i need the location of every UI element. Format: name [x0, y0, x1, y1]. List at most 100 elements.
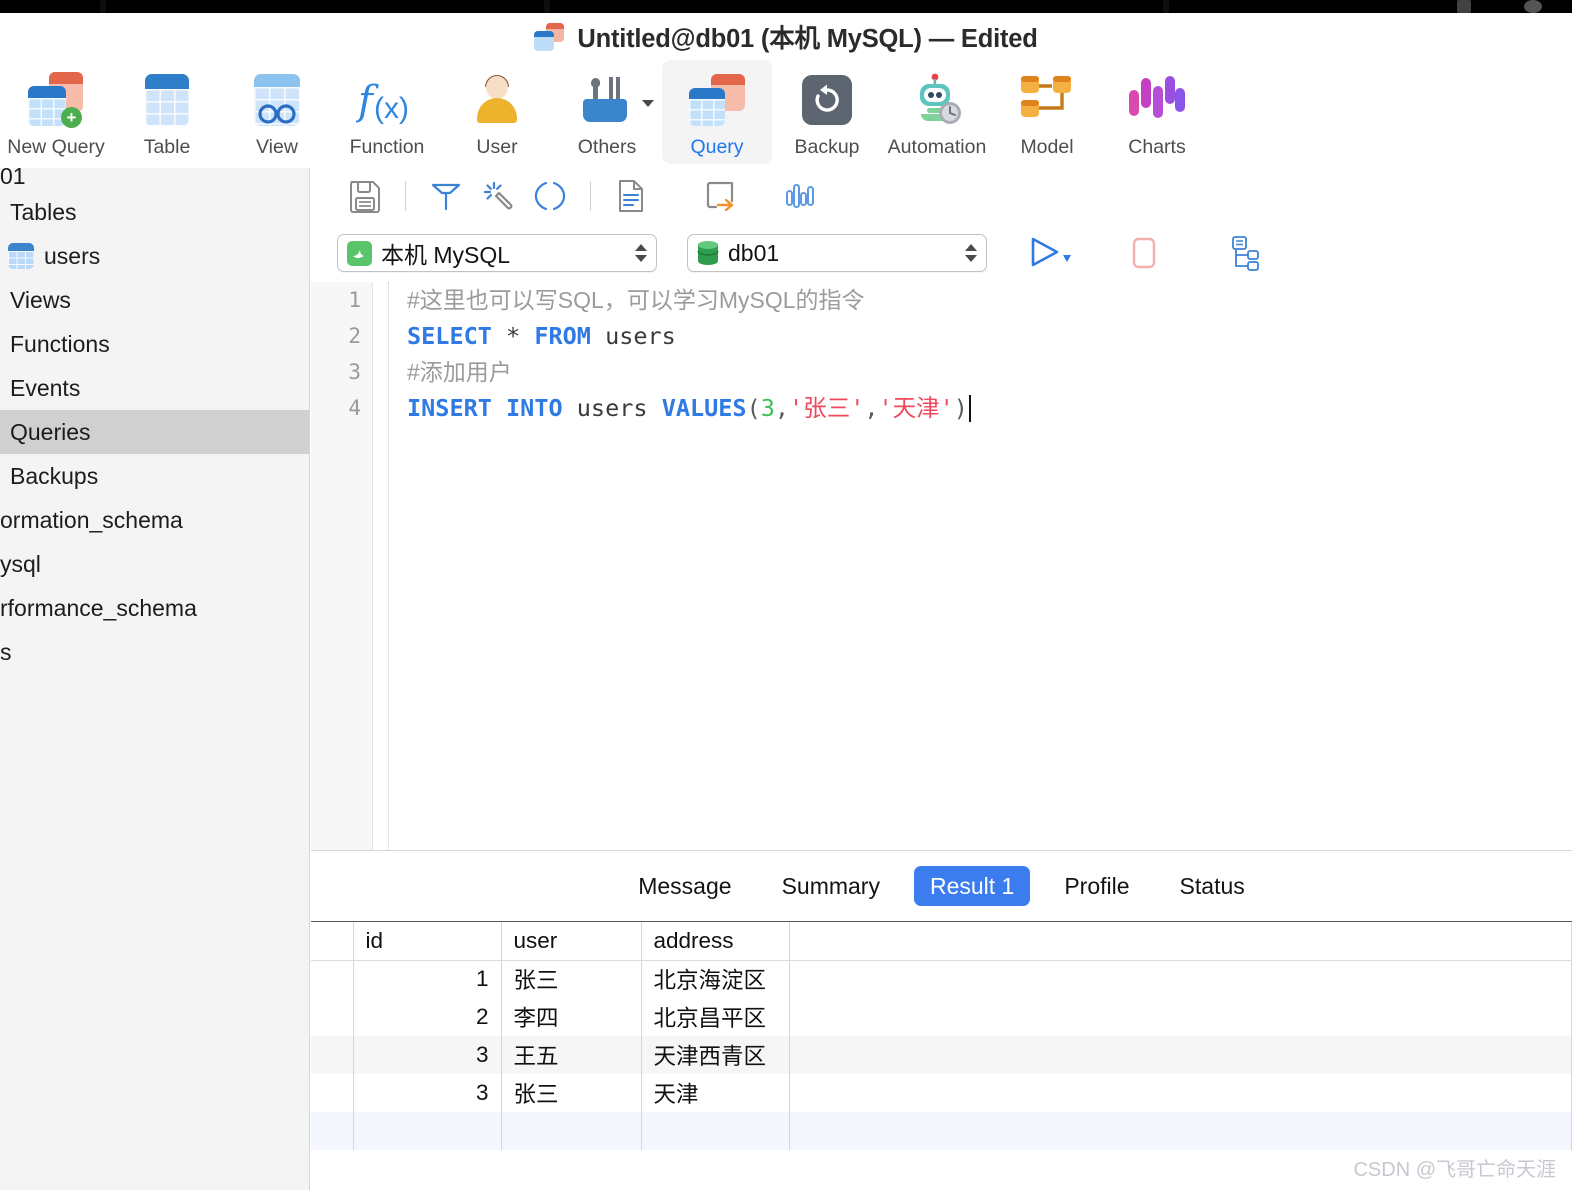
database-select[interactable]: db01 — [687, 234, 987, 272]
toolbar-button-automation[interactable]: Automation — [882, 60, 992, 164]
sidebar-item-label: Views — [10, 286, 71, 313]
sidebar-item-backups[interactable]: Backups — [0, 454, 309, 498]
tab-profile[interactable]: Profile — [1048, 866, 1145, 906]
new-row-cell[interactable] — [311, 1112, 354, 1150]
new-row-cell[interactable] — [353, 1112, 502, 1150]
cell-address[interactable]: 北京海淀区 — [641, 960, 790, 998]
new-row-cell[interactable] — [641, 1112, 790, 1150]
tab-message[interactable]: Message — [622, 866, 747, 906]
column-header-id[interactable]: id — [353, 922, 502, 961]
toolbar-button-model[interactable]: Model — [992, 60, 1102, 164]
cell-id[interactable]: 2 — [353, 998, 502, 1036]
new-row-cell[interactable] — [501, 1112, 642, 1150]
cell-address[interactable]: 天津西青区 — [641, 1036, 790, 1074]
toolbar-button-view[interactable]: View — [222, 60, 332, 164]
table-row[interactable]: 2 李四 北京昌平区 — [311, 998, 1572, 1036]
beautify-magic-wand-icon[interactable] — [472, 174, 524, 218]
sidebar-item-sys[interactable]: s — [0, 630, 309, 674]
sql-token-kw: VALUES — [661, 394, 747, 422]
database-sidebar[interactable]: 01 Tables users Views Functions Events Q… — [0, 168, 310, 1190]
backup-restore-icon — [802, 68, 852, 132]
cell-user[interactable]: 张三 — [501, 1074, 642, 1112]
sql-line[interactable]: #添加用户 — [407, 354, 1572, 390]
cell-address[interactable]: 天津 — [641, 1074, 790, 1112]
cell-id[interactable]: 1 — [353, 960, 502, 998]
toolbar-button-table[interactable]: Table — [112, 60, 222, 164]
query-builder-icon[interactable] — [420, 174, 472, 218]
connection-value: 本机 MySQL — [381, 242, 511, 268]
sidebar-item-views[interactable]: Views — [0, 278, 309, 322]
toolbar-button-function[interactable]: f (x) Function — [332, 60, 442, 164]
stop-icon[interactable] — [1121, 233, 1167, 273]
sql-token-kw: SELECT — [407, 322, 492, 350]
row-selector-cell[interactable] — [311, 1074, 354, 1112]
sidebar-item-label: Events — [10, 374, 81, 401]
toolbar-button-others[interactable]: Others — [552, 60, 662, 164]
tab-summary[interactable]: Summary — [766, 866, 896, 906]
cell-address[interactable]: 北京昌平区 — [641, 998, 790, 1036]
row-selector-cell[interactable] — [311, 998, 354, 1036]
chart-bars-icon[interactable] — [775, 174, 827, 218]
chevron-down-icon[interactable] — [642, 100, 654, 107]
new-row-cell[interactable] — [789, 1112, 1572, 1150]
sql-token-kw: FROM — [534, 322, 591, 350]
new-query-icon: + — [25, 68, 87, 132]
cell-id[interactable]: 3 — [353, 1074, 502, 1112]
tab-status[interactable]: Status — [1164, 866, 1261, 906]
sql-line[interactable]: SELECT * FROM users — [407, 318, 1572, 354]
toolbar-button-charts[interactable]: Charts — [1102, 60, 1212, 164]
sql-text[interactable]: #这里也可以写SQL，可以学习MySQL的指令 SELECT * FROM use… — [407, 282, 1572, 426]
toolbar-label-others: Others — [577, 136, 637, 158]
new-row-placeholder[interactable] — [311, 1112, 1572, 1150]
table-row[interactable]: 1 张三 北京海淀区 — [311, 960, 1572, 998]
sidebar-item-mysql[interactable]: ysql — [0, 542, 309, 586]
toolbar-button-backup[interactable]: Backup — [772, 60, 882, 164]
sidebar-item-information-schema[interactable]: ormation_schema — [0, 498, 309, 542]
sidebar-item-tables[interactable]: Tables — [0, 190, 309, 234]
stepper-icon[interactable] — [962, 244, 980, 262]
sidebar-item-performance-schema[interactable]: rformance_schema — [0, 586, 309, 630]
sql-line[interactable]: INSERT INTO users VALUES(3, '张三', '天津') — [407, 390, 1572, 426]
line-number: 2 — [348, 324, 361, 348]
row-selector-cell[interactable] — [311, 1036, 354, 1074]
toolbar-button-query[interactable]: Query — [662, 60, 772, 164]
sidebar-item-label: s — [0, 638, 12, 665]
sidebar-item-users-table[interactable]: users — [0, 234, 309, 278]
cell-filler — [789, 1036, 1572, 1074]
sidebar-item-queries[interactable]: Queries — [0, 410, 309, 454]
table-header-row: id user address — [311, 922, 1572, 961]
sidebar-item-label: users — [44, 242, 101, 269]
results-tab-bar[interactable]: Message Summary Result 1 Profile Status — [311, 851, 1572, 921]
cell-user[interactable]: 李四 — [501, 998, 642, 1036]
stepper-icon[interactable] — [632, 244, 650, 262]
run-icon[interactable] — [1023, 233, 1079, 273]
table-row[interactable]: 3 张三 天津 — [311, 1074, 1572, 1112]
column-header-user[interactable]: user — [501, 922, 642, 961]
toolbar-label-query: Query — [690, 136, 744, 158]
toolbar-button-new-query[interactable]: + New Query — [0, 60, 112, 164]
sidebar-item-events[interactable]: Events — [0, 366, 309, 410]
cell-id[interactable]: 3 — [353, 1036, 502, 1074]
navicat-window: Untitled@db01 (本机 MySQL) — Edited + New … — [0, 0, 1572, 1190]
sidebar-item-db01[interactable]: 01 — [0, 168, 309, 190]
toolbar-button-user[interactable]: User — [442, 60, 552, 164]
query-document-icon — [534, 22, 565, 52]
main-toolbar: + New Query Table View f (x) Function Us… — [0, 60, 1572, 168]
export-result-icon[interactable] — [695, 174, 747, 218]
cell-user[interactable]: 张三 — [501, 960, 642, 998]
parentheses-icon[interactable] — [524, 174, 576, 218]
connection-select[interactable]: 本机 MySQL — [337, 234, 657, 272]
table-icon — [8, 243, 34, 269]
column-header-address[interactable]: address — [641, 922, 790, 961]
row-selector-cell[interactable] — [311, 960, 354, 998]
toolbar-label-model: Model — [1020, 136, 1074, 158]
cell-user[interactable]: 王五 — [501, 1036, 642, 1074]
tab-result-1[interactable]: Result 1 — [913, 866, 1031, 906]
results-grid[interactable]: id user address 1 张三 北京海淀区 2 李四 北京昌平区 3 王五 天津西青区… — [311, 921, 1572, 1190]
explain-plan-icon[interactable] — [1219, 233, 1265, 273]
table-row[interactable]: 3 王五 天津西青区 — [311, 1036, 1572, 1074]
sidebar-item-functions[interactable]: Functions — [0, 322, 309, 366]
sql-line[interactable]: #这里也可以写SQL，可以学习MySQL的指令 — [407, 282, 1572, 318]
text-document-icon[interactable] — [605, 174, 657, 218]
save-icon[interactable] — [339, 174, 391, 218]
